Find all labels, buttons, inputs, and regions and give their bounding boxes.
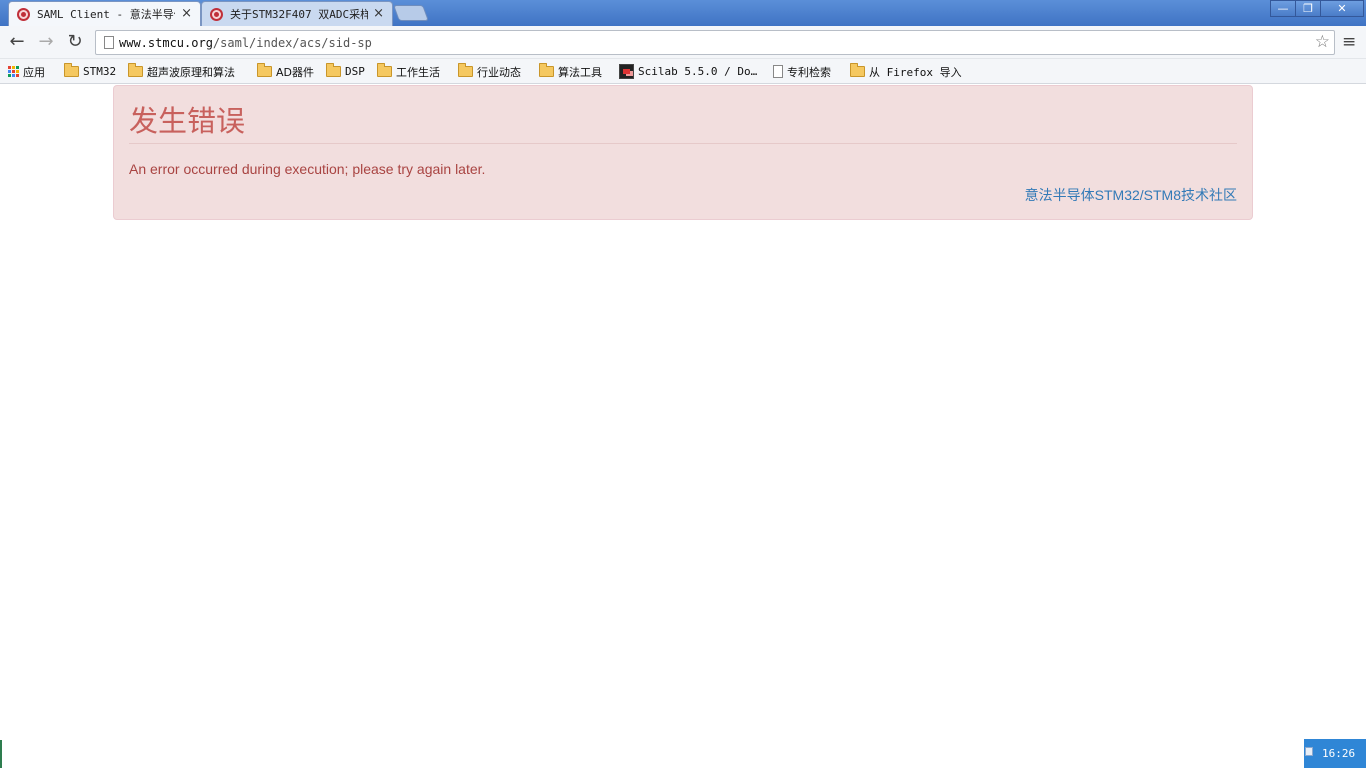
tab-stm32f407-adc[interactable]: 关于STM32F407 双ADC采样 × (201, 1, 393, 26)
tab-close-icon[interactable]: × (373, 6, 384, 21)
bookmark-firefox-import[interactable]: 从 Firefox 导入 (850, 63, 962, 80)
bookmark-patent-search[interactable]: 专利检索 (773, 63, 831, 80)
folder-icon (539, 63, 554, 77)
error-title: 发生错误 (129, 104, 246, 138)
stmcu-favicon-icon (210, 8, 223, 21)
error-alert-panel: 发生错误 An error occurred during execution;… (113, 85, 1253, 220)
tab-close-icon[interactable]: × (181, 6, 192, 21)
restore-button[interactable]: ❐ (1295, 0, 1321, 17)
bookmark-label: 应用 (23, 65, 45, 79)
bookmark-label: STM32 (83, 65, 117, 78)
bookmark-algorithm-tools[interactable]: 算法工具 (539, 63, 602, 80)
scilab-icon (619, 64, 634, 79)
bookmark-star-icon[interactable]: ☆ (1315, 32, 1330, 52)
folder-icon (458, 63, 473, 77)
bookmark-label: 算法工具 (558, 65, 602, 79)
page-icon (104, 36, 114, 49)
bookmark-apps[interactable]: 应用 (8, 63, 45, 80)
close-window-button[interactable]: ✕ (1320, 0, 1364, 17)
bookmark-ultrasonic[interactable]: 超声波原理和算法 (128, 63, 235, 80)
bookmark-industry-news[interactable]: 行业动态 (458, 63, 521, 80)
bookmark-label: 超声波原理和算法 (147, 65, 235, 79)
apps-grid-icon (8, 66, 19, 77)
document-icon (773, 65, 783, 78)
bookmark-label: DSP (345, 65, 365, 78)
browser-toolbar: ← → ↻ www.stmcu.org/saml/index/acs/sid-s… (0, 26, 1366, 59)
error-divider (129, 143, 1237, 144)
community-link[interactable]: 意法半导体STM32/STM8技术社区 (1025, 185, 1237, 205)
minimize-button[interactable]: — (1270, 0, 1296, 17)
clock[interactable]: 16:26 (1322, 747, 1355, 760)
folder-icon (850, 63, 865, 77)
bookmark-label: 专利检索 (787, 65, 831, 79)
url-input[interactable]: www.stmcu.org/saml/index/acs/sid-sp (119, 34, 1299, 52)
back-button[interactable]: ← (6, 31, 28, 53)
address-bar[interactable]: www.stmcu.org/saml/index/acs/sid-sp ☆ (95, 30, 1335, 55)
bookmark-label: 行业动态 (477, 65, 521, 79)
chrome-menu-icon[interactable]: ≡ (1342, 32, 1356, 52)
bookmark-label: 从 Firefox 导入 (869, 65, 962, 79)
folder-icon (326, 63, 341, 77)
bookmark-label: 工作生活 (396, 65, 440, 79)
folder-icon (257, 63, 272, 77)
stmcu-favicon-icon (17, 8, 30, 21)
tab-label: SAML Client - 意法半导体 (37, 8, 175, 21)
keyboard-icon[interactable] (1305, 747, 1313, 756)
system-tray: 16:26 (1304, 739, 1366, 768)
folder-icon (377, 63, 392, 77)
bookmark-stm32[interactable]: STM32 (64, 63, 116, 80)
url-path: /saml/index/acs/sid-sp (212, 36, 372, 50)
folder-icon (128, 63, 143, 77)
bookmark-work-life[interactable]: 工作生活 (377, 63, 440, 80)
new-tab-button[interactable] (393, 5, 429, 21)
error-message: An error occurred during execution; plea… (129, 161, 486, 177)
forward-button[interactable]: → (35, 31, 57, 53)
window-title-bar: SAML Client - 意法半导体 × 关于STM32F407 双ADC采样… (0, 0, 1366, 26)
bookmarks-bar: 应用 STM32 超声波原理和算法 AD器件 DSP 工作生活 行业动态 算法工… (0, 59, 1366, 84)
bookmark-label: AD器件 (276, 65, 314, 79)
bookmark-scilab[interactable]: Scilab 5.5.0 / Do… (619, 63, 757, 80)
folder-icon (64, 63, 79, 77)
bookmark-dsp[interactable]: DSP (326, 63, 365, 80)
reload-button[interactable]: ↻ (64, 31, 86, 53)
tab-label: 关于STM32F407 双ADC采样 (230, 8, 368, 21)
taskbar-edge (0, 740, 2, 768)
bookmark-label: Scilab 5.5.0 / Do… (638, 65, 758, 78)
bookmark-ad-devices[interactable]: AD器件 (257, 63, 314, 80)
tab-saml-client[interactable]: SAML Client - 意法半导体 × (8, 1, 201, 26)
url-host: www.stmcu.org (119, 36, 213, 50)
